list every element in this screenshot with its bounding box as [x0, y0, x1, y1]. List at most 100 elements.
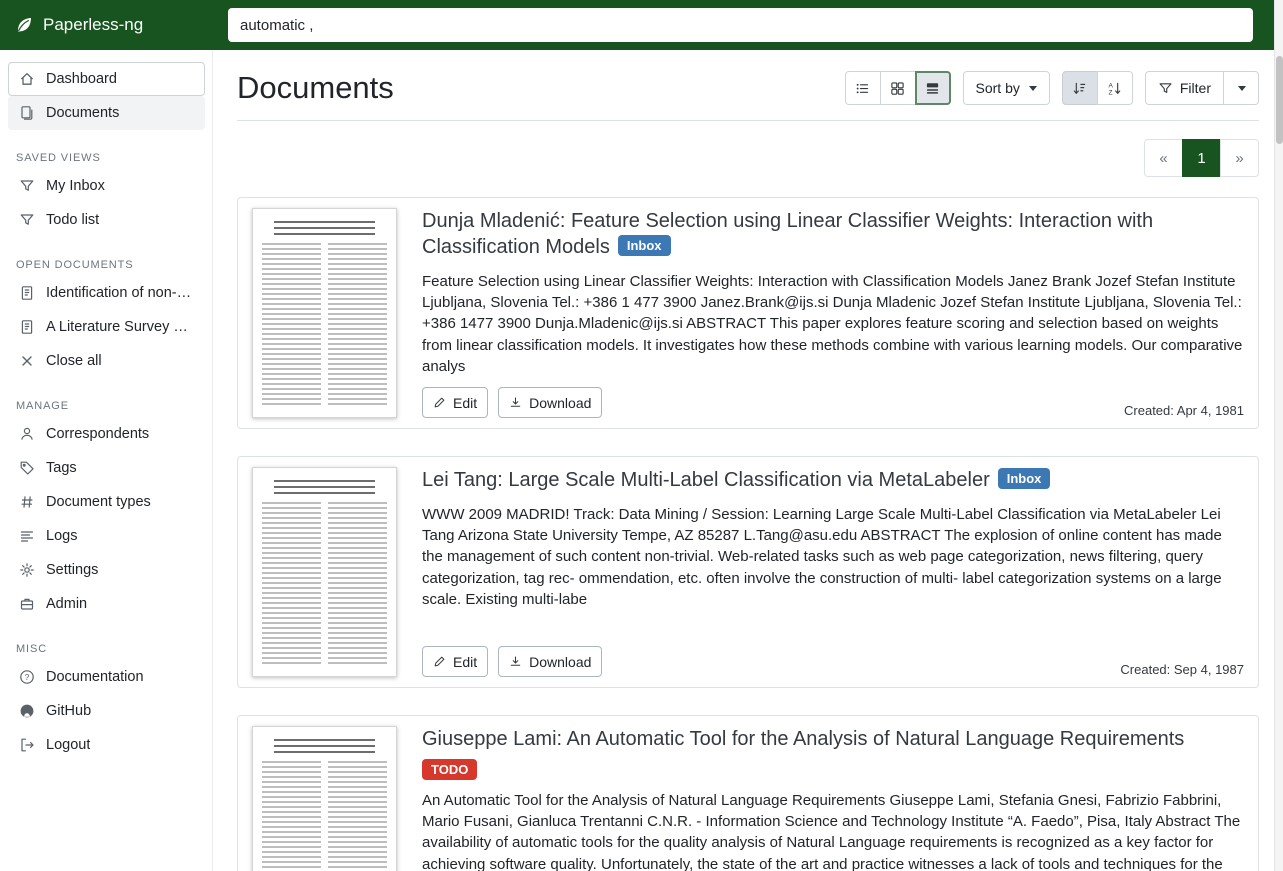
gear-icon [19, 562, 35, 578]
thumbnail-text-lines [274, 739, 375, 753]
document-title[interactable]: Giuseppe Lami: An Automatic Tool for the… [422, 728, 1184, 750]
sidebar-item-tags[interactable]: Tags [8, 451, 205, 485]
sort-descending-button[interactable] [1062, 71, 1098, 105]
text-lines-icon [19, 528, 35, 544]
edit-label: Edit [453, 654, 477, 670]
sidebar-item-documentation[interactable]: ? Documentation [8, 660, 205, 694]
file-text-icon [19, 319, 35, 335]
document-thumbnail[interactable] [252, 208, 397, 418]
sidebar-section-manage: MANAGE [0, 378, 213, 417]
pagination-prev[interactable]: « [1144, 139, 1183, 177]
pagination-next[interactable]: » [1220, 139, 1259, 177]
created-date: Created: Apr 4, 1981 [1124, 403, 1244, 418]
sort-alpha-icon: AZ [1107, 81, 1122, 96]
sidebar-item-todo-list[interactable]: Todo list [8, 203, 205, 237]
download-label: Download [529, 654, 591, 670]
sidebar-item-admin[interactable]: Admin [8, 587, 205, 621]
sidebar-item-logout[interactable]: Logout [8, 728, 205, 762]
list-view-button[interactable] [845, 71, 881, 105]
svg-text:A: A [1109, 82, 1114, 89]
pencil-icon [433, 396, 446, 409]
document-title[interactable]: Dunja Mladenić: Feature Selection using … [422, 210, 1153, 258]
sort-direction-group: AZ [1062, 71, 1133, 105]
funnel-icon [19, 212, 35, 228]
svg-text:?: ? [25, 672, 30, 682]
document-title[interactable]: Lei Tang: Large Scale Multi-Label Classi… [422, 469, 990, 491]
detail-view-button[interactable] [915, 71, 951, 105]
sidebar-item-label: Admin [46, 596, 87, 612]
sort-by-label: Sort by [976, 80, 1020, 96]
sidebar-item-label: My Inbox [46, 178, 105, 194]
scrollbar-thumb[interactable] [1276, 56, 1283, 144]
document-thumbnail[interactable] [252, 726, 397, 871]
download-button[interactable]: Download [498, 387, 602, 418]
edit-button[interactable]: Edit [422, 387, 488, 418]
sidebar: Dashboard Documents SAVED VIEWS My Inbox… [0, 50, 213, 871]
grid-view-icon [890, 81, 905, 96]
sidebar-item-settings[interactable]: Settings [8, 553, 205, 587]
sidebar-item-correspondents[interactable]: Correspondents [8, 417, 205, 451]
sidebar-item-my-inbox[interactable]: My Inbox [8, 169, 205, 203]
chevron-down-icon [1238, 86, 1246, 91]
toolbar: Sort by AZ Filter [845, 71, 1259, 105]
thumbnail-text-lines [274, 221, 375, 235]
filter-dropdown-toggle[interactable] [1223, 71, 1259, 105]
filter-button[interactable]: Filter [1145, 71, 1224, 105]
hash-icon [19, 494, 35, 510]
list-view-icon [855, 81, 870, 96]
svg-text:Z: Z [1109, 89, 1113, 96]
sidebar-item-label: Correspondents [46, 426, 149, 442]
sidebar-item-label: Todo list [46, 212, 99, 228]
sidebar-item-label: Documents [46, 105, 119, 121]
tag-badge[interactable]: Inbox [998, 468, 1051, 489]
chevron-down-icon [1029, 86, 1037, 91]
github-icon [19, 703, 35, 719]
sidebar-item-documents[interactable]: Documents [8, 96, 205, 130]
tag-icon [19, 460, 35, 476]
sidebar-item-label: Settings [46, 562, 98, 578]
sidebar-item-open-document-1[interactable]: Identification of non-fu... [8, 276, 205, 310]
download-icon [509, 655, 522, 668]
tag-badge[interactable]: TODO [422, 759, 477, 780]
toolbox-icon [19, 596, 35, 612]
app-brand[interactable]: Paperless-ng [0, 15, 213, 35]
sidebar-item-label: Identification of non-fu... [46, 285, 194, 301]
sidebar-item-label: Dashboard [46, 71, 117, 87]
top-navbar: Paperless-ng [0, 0, 1283, 50]
pagination-page-1[interactable]: 1 [1182, 139, 1221, 177]
document-card: Giuseppe Lami: An Automatic Tool for the… [237, 715, 1259, 871]
sort-amount-down-icon [1072, 81, 1087, 96]
sidebar-item-label: Logs [46, 528, 77, 544]
main-content: Documents Sort by [213, 50, 1283, 871]
document-thumbnail[interactable] [252, 467, 397, 677]
file-text-icon [19, 285, 35, 301]
grid-view-button[interactable] [880, 71, 916, 105]
edit-label: Edit [453, 395, 477, 411]
sidebar-item-close-all[interactable]: Close all [8, 344, 205, 378]
pagination: « 1 » [237, 139, 1259, 177]
sidebar-item-open-document-2[interactable]: A Literature Survey on ... [8, 310, 205, 344]
scrollbar-track[interactable] [1274, 0, 1283, 871]
funnel-icon [1158, 81, 1173, 96]
sidebar-item-document-types[interactable]: Document types [8, 485, 205, 519]
tag-badge[interactable]: Inbox [618, 235, 671, 256]
question-circle-icon: ? [19, 669, 35, 685]
document-card: Lei Tang: Large Scale Multi-Label Classi… [237, 456, 1259, 688]
sidebar-item-logs[interactable]: Logs [8, 519, 205, 553]
house-icon [19, 71, 35, 87]
leaf-logo-icon [14, 15, 34, 35]
search-input[interactable] [228, 8, 1253, 42]
sort-alphabetical-button[interactable]: AZ [1097, 71, 1133, 105]
download-label: Download [529, 395, 591, 411]
filter-split-button: Filter [1145, 71, 1259, 105]
sort-by-button[interactable]: Sort by [963, 71, 1050, 105]
sidebar-item-label: A Literature Survey on ... [46, 319, 194, 335]
download-button[interactable]: Download [498, 646, 602, 677]
sidebar-section-open-documents: OPEN DOCUMENTS [0, 237, 213, 276]
sidebar-item-github[interactable]: GitHub [8, 694, 205, 728]
document-card: Dunja Mladenić: Feature Selection using … [237, 197, 1259, 429]
view-toggle-group [845, 71, 951, 105]
edit-button[interactable]: Edit [422, 646, 488, 677]
page-header: Documents Sort by [237, 70, 1259, 121]
sidebar-item-dashboard[interactable]: Dashboard [8, 62, 205, 96]
